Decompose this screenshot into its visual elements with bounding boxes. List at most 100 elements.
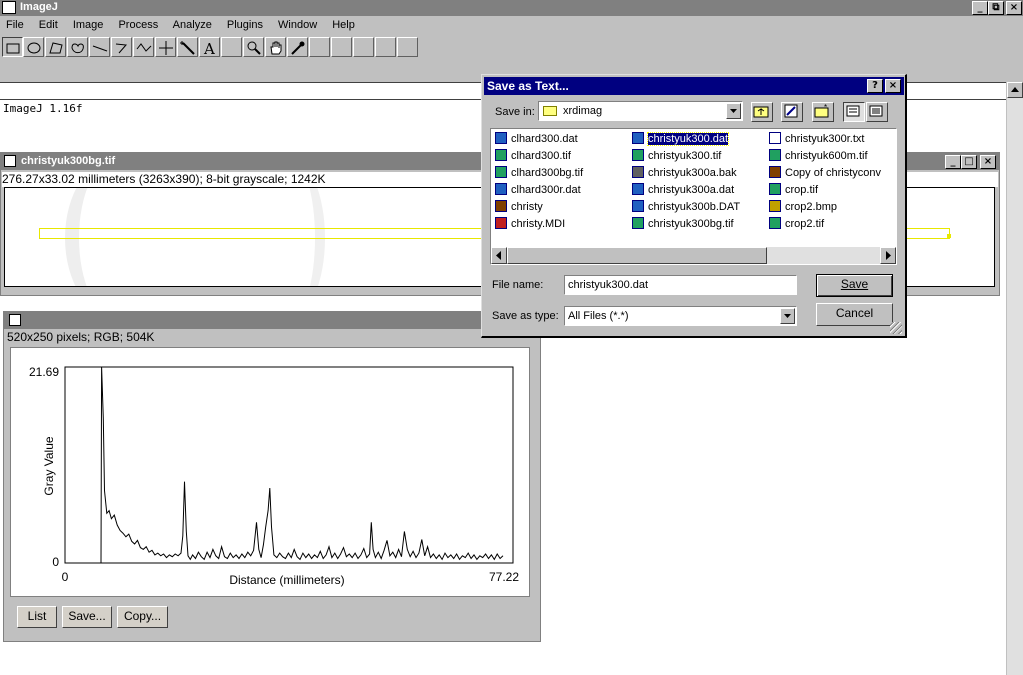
file-item[interactable]: clhard300bg.tif — [495, 165, 583, 181]
file-item[interactable]: christyuk300bg.tif — [632, 216, 734, 232]
resize-grip[interactable] — [890, 322, 902, 334]
menu-image[interactable]: Image — [73, 19, 104, 31]
desktop-button[interactable] — [781, 102, 803, 122]
line-tool[interactable] — [89, 37, 110, 57]
file-item[interactable]: christyuk300.tif — [632, 148, 721, 164]
menu-edit[interactable]: Edit — [39, 19, 58, 31]
imagej-app-icon — [2, 1, 16, 14]
file-item[interactable]: christyuk600m.tif — [769, 148, 868, 164]
dropper-tool[interactable] — [287, 37, 308, 57]
up-one-level-button[interactable] — [751, 102, 773, 122]
file-name-input[interactable]: christyuk300.dat — [564, 275, 797, 295]
file-item[interactable]: christy — [495, 199, 543, 215]
save-type-dropdown-arrow[interactable] — [780, 308, 795, 324]
x-axis-label: Distance (millimeters) — [229, 573, 344, 587]
file-name: crop2.tif — [785, 218, 825, 230]
save-in-dropdown-arrow[interactable] — [726, 103, 741, 119]
file-item[interactable]: crop2.bmp — [769, 199, 837, 215]
dialog-close-button[interactable]: × — [885, 79, 901, 93]
save-in-dropdown[interactable]: xrdimag — [538, 101, 743, 121]
dialog-help-button[interactable]: ? — [867, 79, 883, 93]
file-item[interactable]: christyuk300b.DAT — [632, 199, 740, 215]
log-scrollbar[interactable] — [1006, 82, 1023, 675]
dat-file-icon — [495, 183, 507, 195]
menu-help[interactable]: Help — [332, 19, 355, 31]
copy-button[interactable]: Copy... — [117, 606, 168, 628]
polygon-tool[interactable] — [45, 37, 66, 57]
list-button[interactable]: List — [17, 606, 57, 628]
profile-plot: 21.69 0 0 77.22 Distance (millimeters) G… — [29, 365, 519, 587]
mdi-file-icon — [495, 217, 507, 229]
file-name: clhard300r.dat — [511, 184, 581, 196]
menu-file[interactable]: File — [6, 19, 24, 31]
file-item[interactable]: christyuk300.dat — [632, 131, 730, 147]
dialog-cancel-button[interactable]: Cancel — [816, 303, 893, 326]
file-item[interactable]: christy.MDI — [495, 216, 565, 232]
file-list-items: clhard300.dat clhard300.tif clhard300bg.ti… — [491, 129, 896, 247]
file-item[interactable]: clhard300r.dat — [495, 182, 581, 198]
image-close-button[interactable]: × — [980, 155, 996, 169]
file-name: clhard300bg.tif — [511, 167, 584, 179]
oval-tool[interactable] — [23, 37, 44, 57]
file-list[interactable]: clhard300.dat clhard300.tif clhard300bg.ti… — [490, 128, 897, 265]
up-arrow-icon — [1011, 87, 1019, 92]
menu-plugins[interactable]: Plugins — [227, 19, 263, 31]
details-view-button[interactable] — [866, 102, 888, 122]
file-name: crop2.bmp — [785, 201, 837, 213]
plot-window-titlebar — [4, 312, 540, 329]
file-name: christyuk300.dat — [646, 132, 730, 146]
wand-tool[interactable] — [177, 37, 198, 57]
rectangle-tool[interactable] — [2, 37, 23, 57]
file-item[interactable]: crop2.tif — [769, 216, 824, 232]
file-name: clhard300.tif — [511, 150, 571, 162]
image-maximize-button[interactable]: □ — [961, 155, 977, 169]
y-tick-min: 0 — [52, 555, 59, 569]
file-list-hscrollbar[interactable] — [491, 247, 896, 264]
save-type-label: Save as type: — [492, 310, 559, 322]
file-item[interactable]: christyuk300a.bak — [632, 165, 737, 181]
close-button[interactable]: × — [1006, 1, 1022, 15]
file-item[interactable]: christyuk300a.dat — [632, 182, 734, 198]
save-button-label: Save — [840, 277, 869, 291]
crosshair-tool[interactable] — [155, 37, 176, 57]
menu-window[interactable]: Window — [278, 19, 317, 31]
new-folder-button[interactable]: * — [812, 102, 834, 122]
file-item[interactable]: christyuk300r.txt — [769, 131, 864, 147]
bak-file-icon — [632, 166, 644, 178]
segmented-line-tool[interactable] — [111, 37, 132, 57]
tif-file-icon — [769, 183, 781, 195]
file-item[interactable]: crop.tif — [769, 182, 818, 198]
coffee-cup-icon — [4, 155, 16, 167]
file-item[interactable]: clhard300.dat — [495, 131, 578, 147]
list-view-button[interactable] — [843, 102, 865, 122]
line-icon — [92, 45, 108, 52]
save-plot-button[interactable]: Save... — [62, 606, 112, 628]
menu-analyze[interactable]: Analyze — [173, 19, 212, 31]
chevron-down-icon — [730, 109, 737, 113]
file-item[interactable]: Copy of christyconv — [769, 165, 881, 181]
image-minimize-button[interactable]: _ — [945, 155, 961, 169]
file-item[interactable]: clhard300.tif — [495, 148, 571, 164]
scroll-left-button[interactable] — [491, 247, 507, 264]
save-in-label: Save in: — [495, 106, 535, 118]
plot-canvas: 21.69 0 0 77.22 Distance (millimeters) G… — [10, 347, 530, 597]
menu-process[interactable]: Process — [118, 19, 158, 31]
scroll-thumb[interactable] — [507, 247, 767, 264]
scroll-up-button[interactable] — [1007, 82, 1023, 98]
scroll-right-button[interactable] — [880, 247, 896, 264]
plot-frame — [64, 366, 514, 564]
file-name: christyuk300a.dat — [648, 184, 735, 196]
text-tool[interactable]: A — [199, 37, 220, 57]
freehand-tool[interactable] — [67, 37, 88, 57]
left-arrow-icon — [496, 251, 501, 260]
freehand-line-tool[interactable] — [133, 37, 154, 57]
dialog-save-button[interactable]: Save — [816, 274, 893, 297]
restore-button[interactable]: ⧉ — [988, 1, 1004, 15]
magnifier-tool[interactable] — [243, 37, 264, 57]
minimize-button[interactable]: _ — [972, 1, 988, 15]
save-type-dropdown[interactable]: All Files (*.*) — [564, 306, 797, 326]
selection-handle[interactable] — [947, 234, 951, 238]
text-icon: A — [203, 40, 215, 56]
file-name: Copy of christyconv — [785, 167, 881, 179]
scroll-tool[interactable] — [265, 37, 286, 57]
